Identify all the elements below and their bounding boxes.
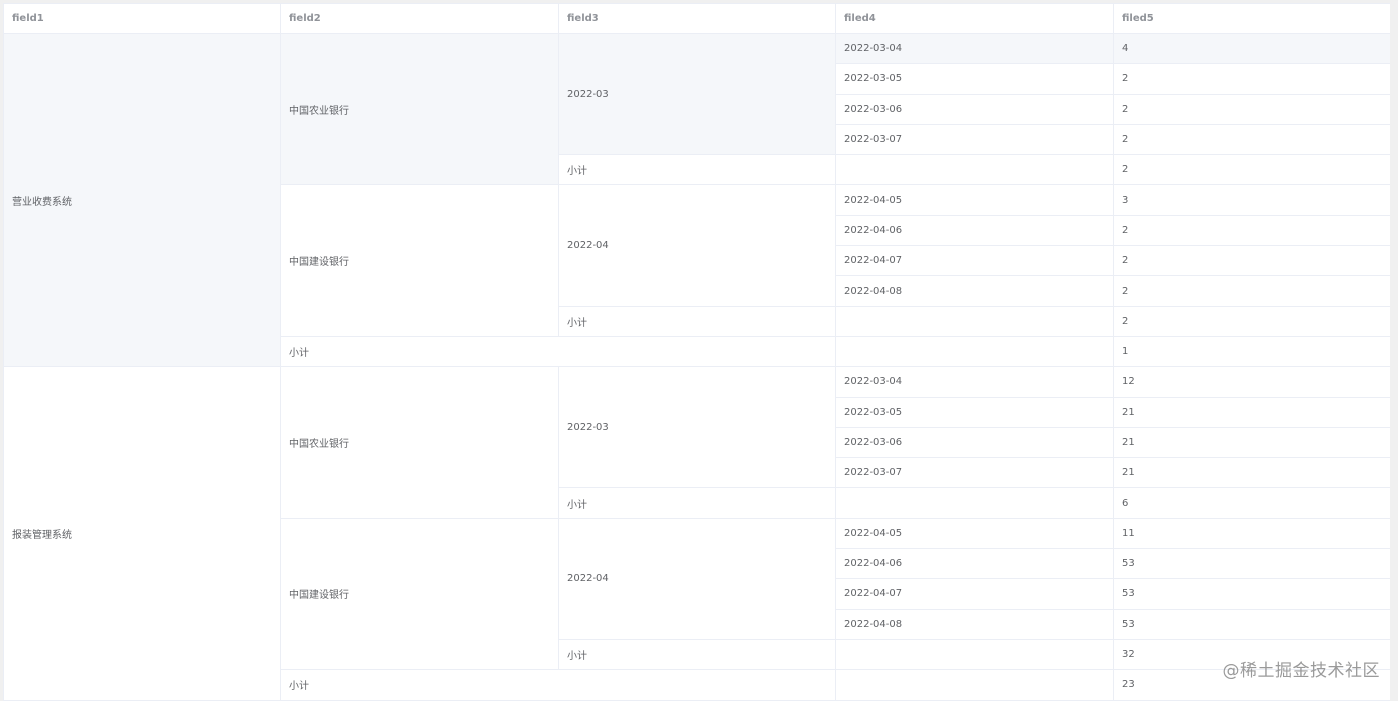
cell-empty bbox=[835, 305, 1114, 337]
cell-month: 2022-04 bbox=[558, 184, 836, 307]
cell-date: 2022-04-06 bbox=[835, 548, 1114, 580]
cell-date: 2022-03-05 bbox=[835, 63, 1114, 95]
header-field3[interactable]: field3 bbox=[558, 3, 836, 34]
site-watermark: @稀土掘金技术社区 bbox=[1222, 661, 1380, 681]
cell-value: 2 bbox=[1113, 214, 1390, 247]
cell-date: 2022-03-04 bbox=[835, 32, 1114, 65]
cell-date: 2022-04-07 bbox=[835, 578, 1114, 610]
cell-value: 11 bbox=[1113, 517, 1390, 550]
cell-date: 2022-03-05 bbox=[835, 396, 1114, 428]
cell-date: 2022-04-05 bbox=[835, 184, 1114, 216]
merged-data-table: field1 field2 field3 filed4 filed5 营业收费系… bbox=[3, 3, 1390, 701]
cell-value: 21 bbox=[1113, 426, 1390, 459]
cell-system: 报装管理系统 bbox=[3, 366, 281, 701]
cell-bank: 中国农业银行 bbox=[280, 32, 559, 186]
cell-value: 4 bbox=[1113, 32, 1390, 65]
cell-date: 2022-04-05 bbox=[835, 517, 1114, 550]
cell-bank: 中国建设银行 bbox=[280, 517, 559, 671]
cell-date: 2022-04-06 bbox=[835, 214, 1114, 247]
cell-subtotal-label: 小计 bbox=[280, 335, 836, 368]
cell-value: 2 bbox=[1113, 93, 1390, 125]
header-filed5[interactable]: filed5 bbox=[1113, 3, 1390, 34]
cell-value: 2 bbox=[1113, 245, 1390, 277]
cell-date: 2022-03-07 bbox=[835, 123, 1114, 156]
table-header-row: field1 field2 field3 filed4 filed5 bbox=[3, 3, 1390, 34]
data-table-panel: field1 field2 field3 filed4 filed5 营业收费系… bbox=[3, 3, 1390, 701]
cell-value: 53 bbox=[1113, 608, 1390, 640]
cell-month: 2022-03 bbox=[558, 366, 836, 489]
cell-value: 12 bbox=[1113, 366, 1390, 398]
cell-value: 53 bbox=[1113, 578, 1390, 610]
header-field2[interactable]: field2 bbox=[280, 3, 559, 34]
cell-date: 2022-04-08 bbox=[835, 275, 1114, 307]
cell-subtotal-label: 小计 bbox=[558, 305, 836, 337]
cell-date: 2022-04-08 bbox=[835, 608, 1114, 640]
cell-value: 21 bbox=[1113, 457, 1390, 489]
cell-system: 营业收费系统 bbox=[3, 32, 281, 368]
cell-empty bbox=[835, 154, 1114, 186]
cell-month: 2022-04 bbox=[558, 517, 836, 640]
cell-subtotal-value: 2 bbox=[1113, 154, 1390, 186]
cell-month: 2022-03 bbox=[558, 32, 836, 156]
cell-subtotal-value: 2 bbox=[1113, 305, 1390, 337]
cell-date: 2022-03-07 bbox=[835, 457, 1114, 489]
cell-empty bbox=[835, 335, 1114, 368]
cell-bank: 中国农业银行 bbox=[280, 366, 559, 519]
cell-subtotal-value: 6 bbox=[1113, 487, 1390, 519]
cell-date: 2022-03-06 bbox=[835, 93, 1114, 125]
table-row[interactable]: 营业收费系统 中国农业银行 2022-03 2022-03-04 4 bbox=[3, 32, 1390, 368]
cell-empty bbox=[835, 487, 1114, 519]
cell-date: 2022-04-07 bbox=[835, 245, 1114, 277]
cell-value: 3 bbox=[1113, 184, 1390, 216]
table-row[interactable]: 报装管理系统 中国农业银行 2022-03 2022-03-04 12 bbox=[3, 366, 1390, 701]
cell-subtotal-label: 小计 bbox=[558, 487, 836, 519]
cell-subtotal-label: 小计 bbox=[558, 154, 836, 186]
cell-empty bbox=[835, 638, 1114, 671]
header-filed4[interactable]: filed4 bbox=[835, 3, 1114, 34]
cell-subtotal-label: 小计 bbox=[280, 669, 836, 701]
cell-date: 2022-03-06 bbox=[835, 426, 1114, 459]
cell-value: 21 bbox=[1113, 396, 1390, 428]
cell-subtotal-label: 小计 bbox=[558, 638, 836, 671]
header-field1[interactable]: field1 bbox=[3, 3, 281, 34]
cell-value: 2 bbox=[1113, 275, 1390, 307]
cell-value: 53 bbox=[1113, 548, 1390, 580]
cell-subtotal-value: 1 bbox=[1113, 335, 1390, 368]
cell-value: 2 bbox=[1113, 123, 1390, 156]
cell-value: 2 bbox=[1113, 63, 1390, 95]
cell-date: 2022-03-04 bbox=[835, 366, 1114, 398]
cell-empty bbox=[835, 669, 1114, 701]
cell-bank: 中国建设银行 bbox=[280, 184, 559, 337]
